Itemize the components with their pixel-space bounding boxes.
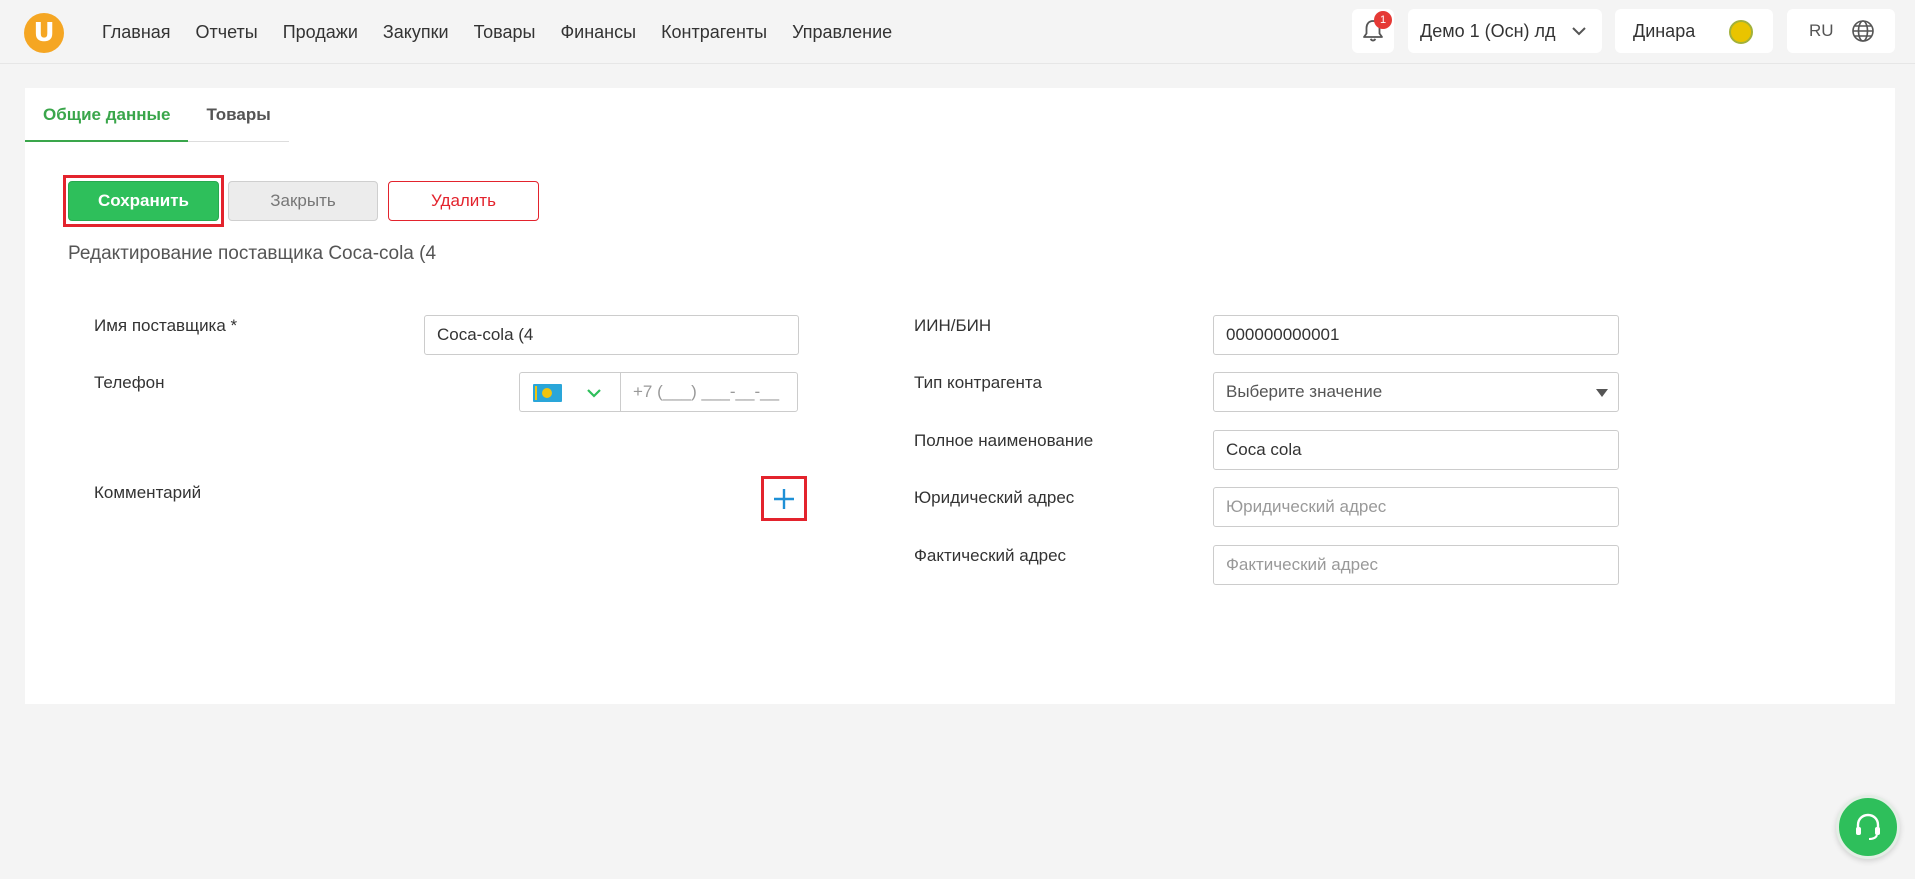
- tab-general[interactable]: Общие данные: [25, 88, 189, 142]
- phone-input[interactable]: +7 (___) ___-__-__: [620, 372, 798, 412]
- chevron-down-icon: [1572, 27, 1586, 36]
- counterparty-type-placeholder: Выберите значение: [1226, 382, 1383, 401]
- iin-input[interactable]: 000000000001: [1213, 315, 1619, 355]
- avatar: [1729, 20, 1753, 44]
- main-nav: Главная Отчеты Продажи Закупки Товары Фи…: [102, 22, 917, 43]
- nav-item-purchases[interactable]: Закупки: [383, 22, 449, 43]
- tabs: Общие данные Товары: [25, 88, 289, 142]
- supplier-name-label: Имя поставщика *: [94, 316, 238, 335]
- top-header: U Главная Отчеты Продажи Закупки Товары …: [0, 0, 1915, 64]
- user-name: Динара: [1633, 20, 1696, 41]
- phone-label: Телефон: [94, 373, 165, 392]
- counterparty-type-select[interactable]: Выберите значение: [1213, 372, 1619, 412]
- nav-item-products[interactable]: Товары: [474, 22, 536, 43]
- supplier-name-input[interactable]: Coca-cola (4: [424, 315, 799, 355]
- close-button[interactable]: Закрыть: [228, 181, 378, 221]
- supplier-edit-card: Общие данные Товары Сохранить Закрыть Уд…: [25, 88, 1895, 704]
- save-button[interactable]: Сохранить: [68, 181, 219, 221]
- company-selector[interactable]: Демо 1 (Осн) лд: [1408, 9, 1602, 53]
- plus-icon: [774, 488, 794, 509]
- kazakhstan-flag-icon: [533, 384, 562, 402]
- nav-item-home[interactable]: Главная: [102, 22, 171, 43]
- language-selector[interactable]: RU: [1787, 9, 1895, 53]
- tab-products[interactable]: Товары: [188, 88, 288, 142]
- logo[interactable]: U: [24, 13, 64, 53]
- legal-address-label: Юридический адрес: [914, 488, 1075, 507]
- nav-item-counterparties[interactable]: Контрагенты: [661, 22, 767, 43]
- globe-icon: [1852, 20, 1874, 42]
- country-code-selector[interactable]: [519, 372, 620, 412]
- counterparty-type-label: Тип контрагента: [914, 373, 1042, 392]
- notifications-button[interactable]: 1: [1352, 9, 1394, 53]
- comment-label: Комментарий: [94, 483, 202, 502]
- caret-down-icon: [1596, 389, 1608, 397]
- nav-item-management[interactable]: Управление: [792, 22, 892, 43]
- full-name-input[interactable]: Coca cola: [1213, 430, 1619, 470]
- language-code: RU: [1809, 21, 1834, 40]
- company-name: Демо 1 (Осн) лд: [1420, 20, 1556, 41]
- legal-address-input[interactable]: Юридический адрес: [1213, 487, 1619, 527]
- actual-address-input[interactable]: Фактический адрес: [1213, 545, 1619, 585]
- nav-item-reports[interactable]: Отчеты: [196, 22, 258, 43]
- page-title: Редактирование поставщика Coca-cola (4: [68, 243, 437, 264]
- user-menu[interactable]: Динара: [1615, 9, 1773, 53]
- headset-icon: [1856, 813, 1880, 840]
- nav-item-finance[interactable]: Финансы: [560, 22, 636, 43]
- support-chat-button[interactable]: [1836, 795, 1900, 859]
- delete-button[interactable]: Удалить: [388, 181, 539, 221]
- add-comment-button[interactable]: [761, 476, 807, 521]
- notification-badge: 1: [1374, 11, 1392, 29]
- full-name-label: Полное наименование: [914, 431, 1094, 450]
- logo-letter: U: [33, 18, 55, 48]
- iin-label: ИИН/БИН: [914, 316, 992, 335]
- nav-item-sales[interactable]: Продажи: [283, 22, 358, 43]
- actual-address-label: Фактический адрес: [914, 546, 1067, 565]
- chevron-down-icon: [587, 389, 601, 398]
